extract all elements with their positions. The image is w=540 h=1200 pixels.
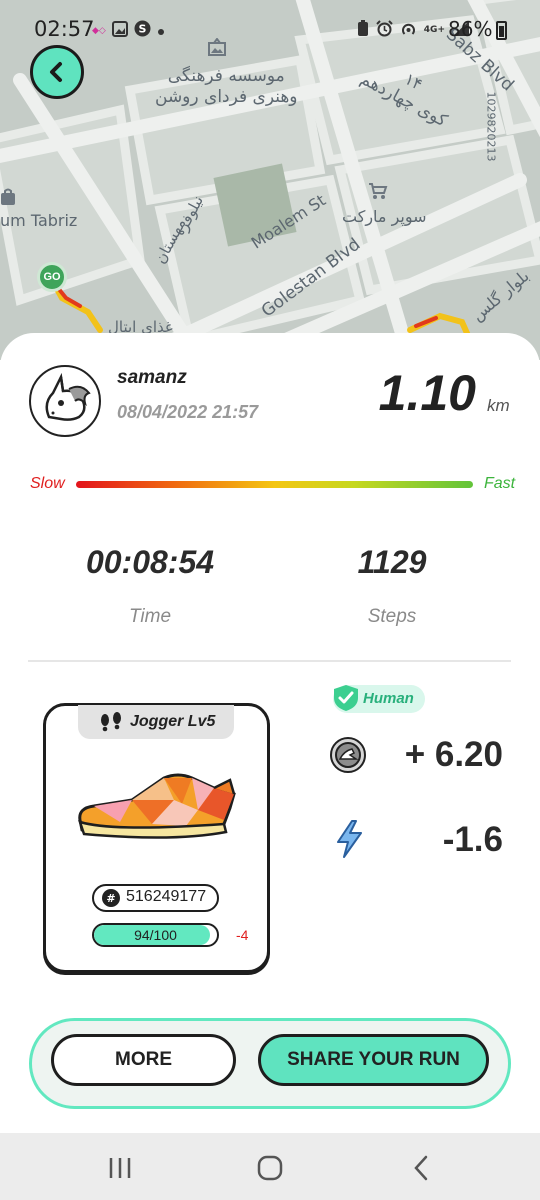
- speed-fast-label: Fast: [484, 475, 516, 492]
- start-marker: GO: [37, 262, 67, 292]
- svg-text:#: #: [106, 892, 115, 905]
- status-time: 02:57: [34, 17, 95, 41]
- steps-label: Steps: [367, 606, 417, 627]
- recent-apps-icon: [109, 1158, 131, 1178]
- gallery-icon: [111, 20, 128, 41]
- durability-value: 94/100: [134, 927, 177, 943]
- time-value: 00:08:54: [85, 544, 215, 580]
- human-label: Human: [363, 690, 414, 707]
- speed-slow-label: Slow: [30, 475, 65, 492]
- gst-earned: + 6.20: [404, 735, 503, 774]
- speed-gradient-bar: [76, 481, 473, 488]
- share-your-run-button[interactable]: SHARE YOUR RUN: [258, 1034, 489, 1086]
- chevron-left-icon: [50, 62, 62, 82]
- footprints-icon: [98, 712, 124, 736]
- battery-icon: [496, 21, 507, 40]
- unicorn-avatar-icon: [45, 372, 91, 421]
- energy-spent: -1.6: [442, 820, 503, 859]
- map-label-supermarket: سوپر مارکت: [342, 207, 427, 226]
- hotspot-icon: [400, 20, 417, 41]
- durability-delta: -4: [236, 927, 249, 943]
- svg-text:S: S: [138, 23, 146, 36]
- distance-value: 1.10: [378, 365, 476, 421]
- run-datetime: 08/04/2022 21:57: [117, 402, 259, 422]
- battery-percent: 86%: [448, 17, 493, 41]
- hash-icon: #: [102, 889, 120, 911]
- shield-check-icon: [333, 684, 359, 716]
- status-bar: 02:57 ◆◇ S 4G+ 86%: [0, 0, 540, 60]
- s-app-icon: S: [134, 20, 151, 41]
- home-button[interactable]: [250, 1148, 290, 1188]
- status-left-icons: ◆◇ S: [92, 20, 165, 41]
- username: samanz: [117, 367, 187, 388]
- steps-value: 1129: [357, 544, 427, 580]
- map-label-station-id: 1029820213: [484, 91, 498, 162]
- sneaker-level: Jogger Lv5: [130, 713, 216, 730]
- alarm-icon: [376, 20, 393, 41]
- sneaker-id: 516249177: [126, 888, 207, 905]
- distance-unit: km: [487, 396, 510, 415]
- map-label-museum: um Tabriz: [0, 211, 78, 230]
- battery-saver-icon: [357, 20, 369, 41]
- recent-apps-button[interactable]: [100, 1148, 140, 1188]
- time-label: Time: [128, 606, 172, 627]
- section-divider: [28, 660, 511, 662]
- gst-token-icon: [330, 737, 366, 777]
- back-button[interactable]: [30, 45, 84, 99]
- home-icon: [257, 1155, 283, 1181]
- notification-app-icon: ◆◇: [92, 25, 106, 36]
- sneaker-image: [74, 770, 238, 848]
- chevron-left-nav-icon: [414, 1155, 428, 1181]
- avatar[interactable]: [29, 365, 101, 437]
- sneaker-icon: [78, 773, 236, 839]
- 4g-signal-icon: 4G+: [423, 25, 445, 35]
- cart-poi-icon: [368, 182, 388, 204]
- lightning-energy-icon: [334, 820, 364, 862]
- map-label-cultural-center: موسسه فرهنگی وهنری فردای روشن: [155, 66, 298, 107]
- dot-icon: [157, 21, 165, 40]
- back-nav-button[interactable]: [402, 1148, 442, 1188]
- more-button[interactable]: MORE: [51, 1034, 236, 1086]
- shopping-bag-poi-icon: [0, 188, 16, 210]
